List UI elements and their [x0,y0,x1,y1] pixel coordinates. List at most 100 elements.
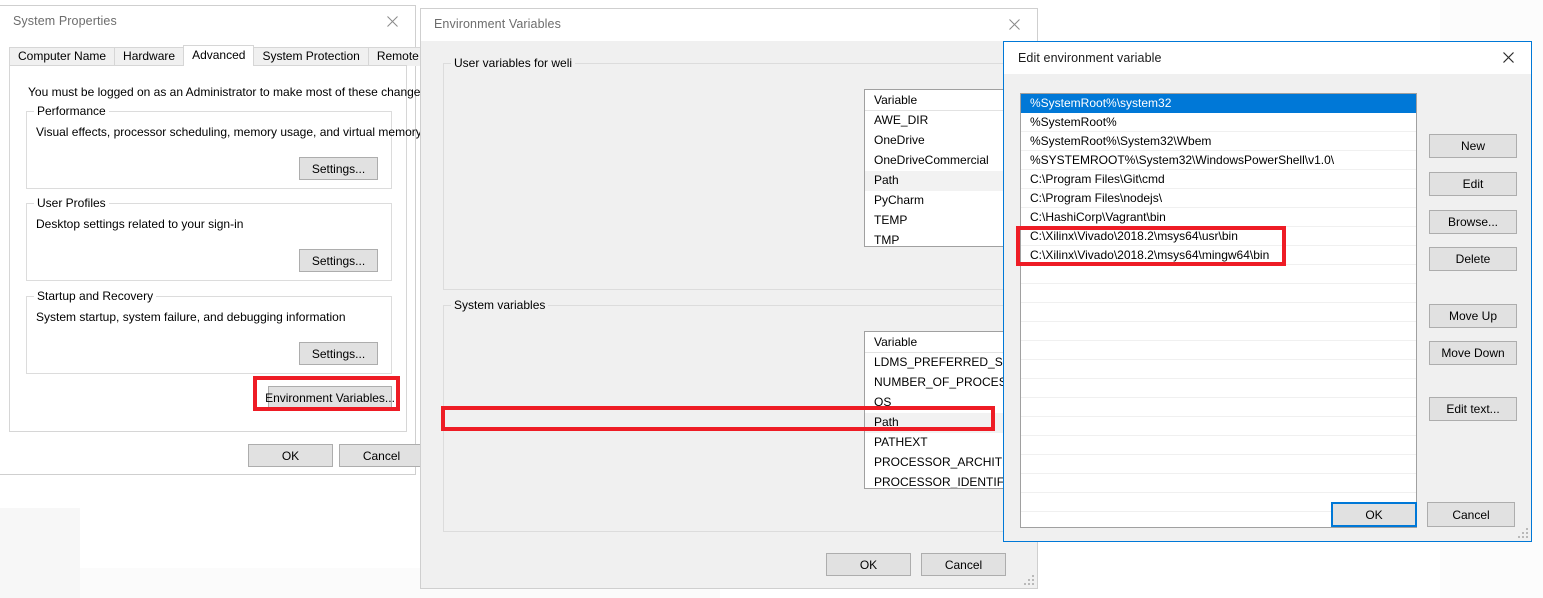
user-profiles-group-label: User Profiles [34,196,109,210]
list-item-empty[interactable] [1021,398,1416,417]
edit-cancel-button[interactable]: Cancel [1427,502,1515,527]
user-profiles-settings-button[interactable]: Settings... [299,249,378,272]
edit-button[interactable]: Edit [1429,172,1517,196]
environment-variables-title: Environment Variables [434,17,561,31]
system-var-name: PROCESSOR_IDENTIFIER [874,475,1025,489]
tab-advanced-label: Advanced [192,48,246,62]
list-item-empty[interactable] [1021,360,1416,379]
system-properties-title: System Properties [13,14,117,28]
startup-recovery-group-label: Startup and Recovery [34,289,157,303]
user-variables-group-label: User variables for weli [451,56,576,70]
delete-button[interactable]: Delete [1429,247,1517,271]
close-icon[interactable] [1485,42,1531,73]
list-item[interactable]: %SystemRoot%\System32\Wbem [1021,132,1416,151]
list-item-empty[interactable] [1021,379,1416,398]
list-item-empty[interactable] [1021,322,1416,341]
edit-text-button-label: Edit text... [1446,402,1500,416]
list-item-empty[interactable] [1021,474,1416,493]
performance-description: Visual effects, processor scheduling, me… [36,125,422,139]
tab-computer-name[interactable]: Computer Name [9,47,116,66]
list-item[interactable]: C:\Xilinx\Vivado\2018.2\msys64\mingw64\b… [1021,246,1416,265]
list-item[interactable]: %SystemRoot% [1021,113,1416,132]
edit-environment-variable-titlebar: Edit environment variable [1004,42,1531,74]
tab-hardware[interactable]: Hardware [114,47,185,66]
system-var-name: Path [874,415,899,429]
system-properties-cancel-label: Cancel [362,448,401,463]
environment-variables-cancel-button[interactable]: Cancel [921,553,1006,576]
list-item-label: C:\Xilinx\Vivado\2018.2\msys64\usr\bin [1030,229,1238,243]
user-var-name: AWE_DIR [874,113,929,127]
list-item-empty[interactable] [1021,455,1416,474]
tab-hardware-label: Hardware [123,49,176,63]
new-button[interactable]: New [1429,134,1517,158]
user-profiles-settings-label: Settings... [311,253,366,268]
environment-variables-titlebar: Environment Variables [421,9,1037,41]
edit-ok-button[interactable]: OK [1331,502,1417,527]
list-item[interactable]: %SYSTEMROOT%\System32\WindowsPowerShell\… [1021,151,1416,170]
system-variables-group-label: System variables [451,298,549,312]
performance-settings-button[interactable]: Settings... [299,157,378,180]
edit-text-button[interactable]: Edit text... [1429,397,1517,421]
list-item-empty[interactable] [1021,417,1416,436]
system-var-name: PATHEXT [874,435,928,449]
system-properties-ok-button[interactable]: OK [248,444,333,467]
close-icon[interactable] [991,9,1037,40]
system-properties-window: System Properties Computer Name Hardware… [0,5,515,475]
list-item-label: %SystemRoot% [1030,115,1117,129]
move-down-button-label: Move Down [1441,346,1505,360]
list-item-label: %SystemRoot%\System32\Wbem [1030,134,1212,148]
system-properties-tabstrip: Computer Name Hardware Advanced System P… [9,45,428,66]
edit-ok-label: OK [1365,507,1383,522]
environment-variables-window: Environment Variables User variables for… [420,8,1434,589]
admin-note: You must be logged on as an Administrato… [28,85,430,99]
move-up-button[interactable]: Move Up [1429,304,1517,328]
tab-advanced[interactable]: Advanced [183,45,255,66]
list-item-label: C:\HashiCorp\Vagrant\bin [1030,210,1166,224]
resize-grip[interactable] [1518,528,1528,538]
tab-computer-name-label: Computer Name [18,49,107,63]
user-profiles-group: User Profiles Desktop settings related t… [26,196,392,281]
user-column-variable[interactable]: Variable [874,93,917,107]
startup-recovery-settings-label: Settings... [311,346,366,361]
tab-system-protection[interactable]: System Protection [253,47,369,66]
list-item-label: C:\Program Files\Git\cmd [1030,172,1165,186]
environment-variables-cancel-label: Cancel [944,557,983,572]
environment-variables-ok-button[interactable]: OK [826,553,911,576]
edit-button-label: Edit [1462,177,1484,191]
startup-recovery-settings-button[interactable]: Settings... [299,342,378,365]
list-item[interactable]: C:\Program Files\Git\cmd [1021,170,1416,189]
system-properties-cancel-button[interactable]: Cancel [339,444,424,467]
list-item[interactable]: C:\Xilinx\Vivado\2018.2\msys64\usr\bin [1021,227,1416,246]
list-item-empty[interactable] [1021,341,1416,360]
tab-remote-label: Remote [376,49,419,63]
resize-grip[interactable] [1024,575,1034,585]
desktop-background-strip-left [0,508,80,598]
path-entries-list[interactable]: %SystemRoot%\system32 %SystemRoot% %Syst… [1020,93,1417,528]
list-item-empty[interactable] [1021,436,1416,455]
performance-settings-label: Settings... [311,161,366,176]
list-item-empty[interactable] [1021,284,1416,303]
edit-cancel-label: Cancel [1452,507,1490,522]
user-profiles-description: Desktop settings related to your sign-in [36,217,244,231]
list-item-empty[interactable] [1021,265,1416,284]
move-down-button[interactable]: Move Down [1429,341,1517,365]
tab-remote[interactable]: Remote [367,47,428,66]
user-var-name: TMP [874,233,900,247]
list-item-label: %SystemRoot%\system32 [1030,96,1172,110]
system-properties-titlebar: System Properties [0,6,415,38]
environment-variables-button[interactable]: Environment Variables... [265,386,395,409]
list-item-label: C:\Program Files\nodejs\ [1030,191,1163,205]
system-properties-ok-label: OK [281,448,300,463]
delete-button-label: Delete [1455,252,1491,266]
new-button-label: New [1460,139,1485,153]
list-item[interactable]: %SystemRoot%\system32 [1021,94,1416,113]
close-icon[interactable] [369,6,415,37]
system-column-variable[interactable]: Variable [874,335,917,349]
tab-system-protection-label: System Protection [262,49,360,63]
list-item[interactable]: C:\Program Files\nodejs\ [1021,189,1416,208]
browse-button[interactable]: Browse... [1429,210,1517,234]
list-item-empty[interactable] [1021,303,1416,322]
performance-group-label: Performance [34,104,109,118]
performance-group: Performance Visual effects, processor sc… [26,104,422,189]
list-item[interactable]: C:\HashiCorp\Vagrant\bin [1021,208,1416,227]
